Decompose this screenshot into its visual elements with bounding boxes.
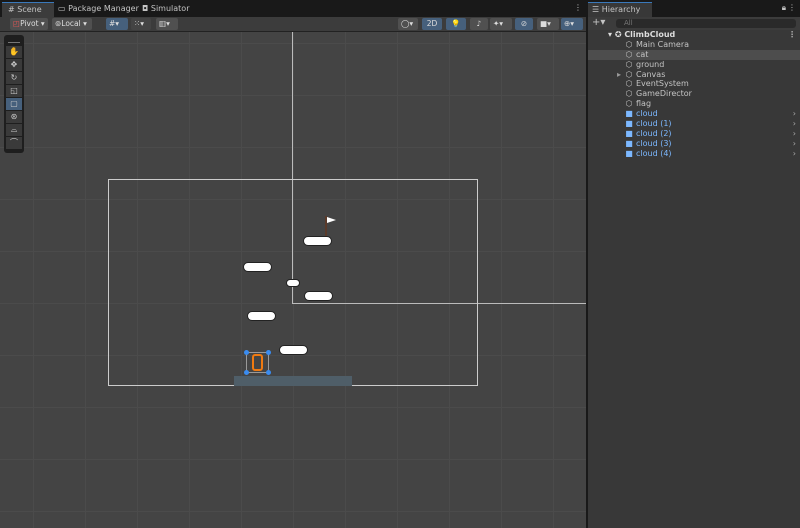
ground-sprite[interactable] <box>234 376 352 386</box>
move-tool-icon[interactable]: ✥ <box>6 59 22 71</box>
draw-mode-dropdown[interactable]: ◯▾ <box>398 18 418 30</box>
gameobject-cube-icon: ⬡ <box>625 79 633 89</box>
cat-selection-rect[interactable] <box>244 350 271 375</box>
tab-package-manager[interactable]: ▭ Package Manager <box>52 2 145 17</box>
cloud-sprite[interactable] <box>304 291 333 301</box>
hierarchy-item[interactable]: ⬡ EventSystem <box>588 79 800 89</box>
effects-dropdown[interactable]: ✦▾ <box>490 18 512 30</box>
hierarchy-item[interactable]: ⬡ Main Camera <box>588 40 800 50</box>
expand-arrow-icon[interactable]: ▸ <box>617 70 621 80</box>
cloud-sprite[interactable] <box>247 311 276 321</box>
grid-snap-button[interactable]: #▾ <box>106 18 128 30</box>
item-label: Main Camera <box>636 39 690 49</box>
chevron-right-icon[interactable]: › <box>793 139 796 149</box>
hierarchy-panel: ☰ Hierarchy 🔒︎ ⋮ +▾ All ▾ ✪ ClimbCloud ⋮ … <box>588 0 800 528</box>
tool-palette: ✋ ✥ ↻ ◱ ▢ ⊛ ⌓ ⌒ <box>4 35 24 153</box>
scene-tab-bar: # Scene ▭ Package Manager ◘ Simulator ⋮ <box>0 0 586 17</box>
item-label: cat <box>636 49 649 59</box>
item-label: EventSystem <box>636 79 689 89</box>
cat-sprite <box>252 354 263 371</box>
snap-increment-button[interactable]: ⁙▾ <box>131 18 151 30</box>
camera-dropdown[interactable]: ■▾ <box>537 18 559 30</box>
more-options-icon[interactable]: ⋮ <box>788 3 796 12</box>
scene-toolbar: ◰Pivot ▾ ⊚Local ▾ #▾ ⁙▾ ▥▾ ◯▾ 2D 💡 ♪ ✦▾ … <box>0 17 586 32</box>
gameobject-cube-icon: ⬡ <box>625 69 633 79</box>
gizmos-dropdown[interactable]: ⊕▾ <box>561 18 583 30</box>
prefab-cube-icon: ■ <box>625 138 633 148</box>
transform-tool-icon[interactable]: ⊛ <box>6 111 22 123</box>
hierarchy-item[interactable]: ■ cloud (3) › <box>588 139 800 149</box>
custom-tool-icon[interactable]: ⌓ <box>6 124 22 136</box>
hierarchy-item[interactable]: ⬡ cat <box>588 49 800 60</box>
item-label: cloud (1) <box>636 119 672 129</box>
gameobject-cube-icon: ⬡ <box>625 89 633 99</box>
add-button[interactable]: +▾ <box>592 17 605 28</box>
grid-align-button[interactable]: ▥▾ <box>156 18 178 30</box>
hand-tool-icon[interactable]: ✋ <box>6 46 22 58</box>
hierarchy-item[interactable]: ■ cloud (2) › <box>588 129 800 139</box>
hierarchy-item[interactable]: ⬡ ground <box>588 60 800 70</box>
hierarchy-item[interactable]: ⬡ GameDirector <box>588 89 800 99</box>
scene-view[interactable]: ✋ ✥ ↻ ◱ ▢ ⊛ ⌓ ⌒ <box>0 32 586 528</box>
chevron-right-icon[interactable]: › <box>793 109 796 119</box>
2d-toggle[interactable]: 2D <box>422 18 442 30</box>
scene-row[interactable]: ▾ ✪ ClimbCloud ⋮ <box>588 30 800 40</box>
prefab-cube-icon: ■ <box>625 109 633 119</box>
tab-scene[interactable]: # Scene <box>2 2 54 17</box>
lock-icon[interactable]: 🔒︎ <box>782 3 786 13</box>
package-icon: ▭ <box>58 4 66 13</box>
gameobject-cube-icon: ⬡ <box>625 39 633 49</box>
search-input[interactable]: All <box>616 19 796 28</box>
hierarchy-item[interactable]: ▸ ⬡ Canvas <box>588 70 800 80</box>
flag-icon <box>327 217 336 223</box>
item-label: GameDirector <box>636 89 692 99</box>
tab-hierarchy[interactable]: ☰ Hierarchy <box>588 2 652 17</box>
cloud-sprite[interactable] <box>243 262 272 272</box>
tab-simulator[interactable]: ◘ Simulator <box>136 2 195 17</box>
pivot-dropdown[interactable]: ◰Pivot ▾ <box>10 18 48 30</box>
rotate-tool-icon[interactable]: ↻ <box>6 72 22 84</box>
prefab-cube-icon: ■ <box>625 148 633 158</box>
scale-tool-icon[interactable]: ◱ <box>6 85 22 97</box>
list-icon: ☰ <box>592 5 600 14</box>
prefab-cube-icon: ■ <box>625 128 633 138</box>
unity-scene-icon: ✪ <box>614 30 622 39</box>
hierarchy-item[interactable]: ■ cloud (4) › <box>588 149 800 159</box>
chevron-right-icon[interactable]: › <box>793 149 796 159</box>
item-label: flag <box>636 99 652 109</box>
item-label: ground <box>636 59 665 69</box>
cloud-sprite[interactable] <box>303 236 332 246</box>
hierarchy-item[interactable]: ■ cloud (1) › <box>588 119 800 129</box>
cloud-sprite[interactable] <box>279 345 308 355</box>
chevron-right-icon[interactable]: › <box>793 129 796 139</box>
hierarchy-item[interactable]: ⬡ flag <box>588 99 800 109</box>
local-dropdown[interactable]: ⊚Local ▾ <box>52 18 92 30</box>
hierarchy-item[interactable]: ■ cloud › <box>588 109 800 119</box>
audio-toggle[interactable]: ♪ <box>470 18 488 30</box>
gameobject-cube-icon: ⬡ <box>625 59 633 69</box>
chevron-right-icon[interactable]: › <box>793 119 796 129</box>
gameobject-cube-icon: ⬡ <box>625 49 633 59</box>
item-label: cloud (4) <box>636 148 672 158</box>
cloud-icon-small <box>286 279 300 287</box>
item-label: cloud (3) <box>636 138 672 148</box>
custom-tool-2-icon[interactable]: ⌒ <box>6 137 22 149</box>
hidden-objects-toggle[interactable]: ⊘ <box>515 18 533 30</box>
item-label: Canvas <box>636 69 666 79</box>
drag-handle[interactable] <box>8 37 20 43</box>
grid-icon: # <box>8 5 15 14</box>
more-options-icon[interactable]: ⋮ <box>574 3 582 12</box>
simulator-icon: ◘ <box>142 4 149 13</box>
item-label: cloud <box>636 109 658 119</box>
item-label: cloud (2) <box>636 128 672 138</box>
rect-tool-icon[interactable]: ▢ <box>6 98 22 110</box>
prefab-cube-icon: ■ <box>625 119 633 129</box>
gameobject-cube-icon: ⬡ <box>625 99 633 109</box>
lighting-toggle[interactable]: 💡 <box>446 18 466 30</box>
